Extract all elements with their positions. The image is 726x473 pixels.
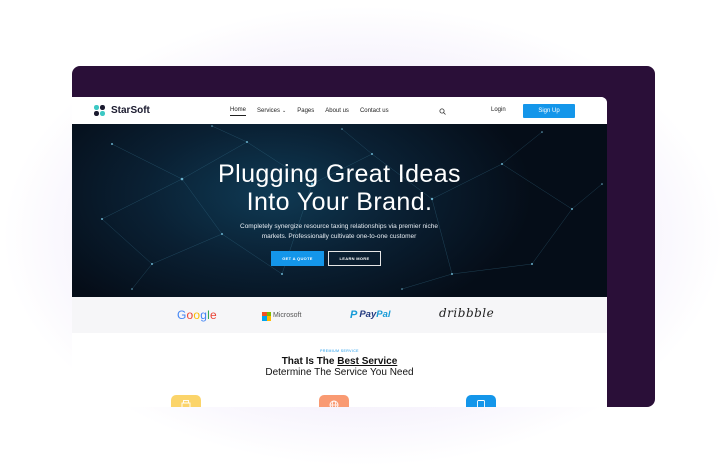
website-preview: StarSoft Home Services ⌄ Pages About us C…: [72, 97, 607, 407]
paypal-pay-text: Pay: [359, 309, 377, 320]
hero-subtitle-line-2: markets. Professionally cultivate one-to…: [261, 233, 417, 240]
google-logo-text: Google: [177, 308, 217, 322]
microsoft-logo: Microsoft: [262, 310, 301, 322]
dribbble-logo: dribbble: [439, 306, 495, 320]
google-logo: Google: [177, 309, 217, 321]
hero-subtitle: Completely synergize resource taxing rel…: [189, 222, 489, 242]
nav-item-pages[interactable]: Pages: [297, 108, 314, 115]
nav-item-home[interactable]: Home: [230, 107, 247, 116]
globe-icon: [319, 395, 349, 407]
nav-item-about[interactable]: About us: [325, 108, 349, 115]
services-title-highlight: Best Service: [337, 356, 398, 367]
main-menu: Home Services ⌄ Pages About us Contact us: [230, 107, 400, 116]
nav-item-services[interactable]: Services ⌄: [257, 108, 286, 115]
microsoft-squares-icon: [262, 311, 271, 321]
hero-title-line-1: Plugging Great Ideas: [218, 160, 461, 188]
services-title-prefix: That Is The: [281, 356, 338, 367]
login-link[interactable]: Login: [491, 107, 506, 114]
hero-subtitle-line-1: Completely synergize resource taxing rel…: [240, 223, 438, 230]
paypal-logo: P Pay Pal: [350, 309, 391, 321]
chevron-down-icon: ⌄: [282, 108, 287, 114]
microsoft-logo-text: Microsoft: [273, 312, 302, 319]
services-kicker: PREMIUM SERVICE: [320, 349, 359, 353]
site-header: StarSoft Home Services ⌄ Pages About us C…: [72, 97, 607, 124]
logo[interactable]: StarSoft: [94, 105, 150, 116]
hero-section: Plugging Great Ideas Into Your Brand. Co…: [72, 124, 607, 297]
learn-more-button[interactable]: LEARN MORE: [328, 251, 381, 266]
nav-item-contact[interactable]: Contact us: [360, 108, 389, 115]
paypal-p-icon: P: [350, 309, 358, 321]
signup-button[interactable]: Sign Up: [523, 104, 575, 118]
partner-logos: Google Microsoft P Pay Pal dribbble: [72, 297, 607, 333]
logo-mark-icon: [94, 105, 106, 116]
get-a-quote-button[interactable]: GET A QUOTE: [271, 251, 324, 266]
tablet-icon: [466, 395, 496, 407]
paypal-pal-text: Pal: [376, 309, 391, 320]
printer-icon: [171, 395, 201, 407]
search-icon[interactable]: [439, 108, 446, 115]
nav-item-services-label: Services: [257, 108, 281, 114]
services-subtitle: Determine The Service You Need: [265, 367, 414, 378]
hero-title: Plugging Great Ideas Into Your Brand.: [72, 160, 607, 216]
logo-text: StarSoft: [111, 105, 150, 116]
hero-title-line-2: Into Your Brand.: [246, 188, 433, 216]
